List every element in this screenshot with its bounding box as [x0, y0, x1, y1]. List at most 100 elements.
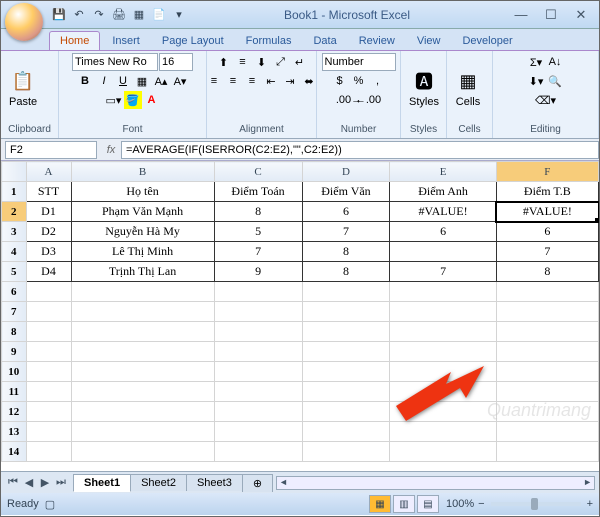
cell[interactable]: [390, 322, 496, 342]
comma-button[interactable]: ,: [369, 72, 387, 90]
cell[interactable]: [71, 402, 214, 422]
first-sheet-button[interactable]: ⏮: [5, 476, 21, 489]
row-header[interactable]: 3: [2, 222, 27, 242]
row-header[interactable]: 4: [2, 242, 27, 262]
cell[interactable]: [302, 302, 390, 322]
cell[interactable]: [71, 442, 214, 462]
cell[interactable]: D3: [26, 242, 71, 262]
cell[interactable]: [496, 322, 598, 342]
worksheet-grid[interactable]: A B C D E F 1 STT Họ tên Điểm Toán Điểm …: [1, 161, 599, 471]
col-header-b[interactable]: B: [71, 162, 214, 182]
cell[interactable]: [26, 382, 71, 402]
cell[interactable]: [390, 382, 496, 402]
tab-data[interactable]: Data: [303, 32, 346, 50]
cell[interactable]: [26, 282, 71, 302]
cell[interactable]: 8: [302, 242, 390, 262]
paste-button[interactable]: 📋 Paste: [5, 66, 41, 110]
decrease-decimal-button[interactable]: ←.00: [359, 91, 377, 109]
macro-record-icon[interactable]: ▢: [45, 498, 55, 511]
cell[interactable]: [496, 442, 598, 462]
align-middle-button[interactable]: ≡: [234, 53, 252, 71]
tab-page-layout[interactable]: Page Layout: [152, 32, 234, 50]
sheet-tab[interactable]: Sheet3: [186, 474, 243, 491]
name-box[interactable]: F2: [5, 141, 97, 159]
cell[interactable]: [26, 302, 71, 322]
cell[interactable]: Điểm T.B: [496, 182, 598, 202]
cell[interactable]: 8: [302, 262, 390, 282]
minimize-button[interactable]: —: [507, 6, 535, 24]
shrink-font-button[interactable]: A▾: [171, 72, 189, 90]
fill-button[interactable]: ⬇▾: [527, 72, 545, 90]
cell[interactable]: [496, 402, 598, 422]
align-right-button[interactable]: ≡: [243, 72, 261, 90]
cell[interactable]: [71, 422, 214, 442]
page-break-view-button[interactable]: ▤: [417, 495, 439, 513]
print-preview-icon[interactable]: 🖨: [111, 7, 127, 23]
cell[interactable]: [71, 342, 214, 362]
cell[interactable]: Điểm Anh: [390, 182, 496, 202]
cell[interactable]: [71, 282, 214, 302]
wrap-text-button[interactable]: ↵: [291, 53, 309, 71]
open-icon[interactable]: 📄: [151, 7, 167, 23]
normal-view-button[interactable]: ▦: [369, 495, 391, 513]
align-top-button[interactable]: ⬆: [215, 53, 233, 71]
cell[interactable]: [26, 362, 71, 382]
cell[interactable]: [496, 302, 598, 322]
cell[interactable]: 6: [496, 222, 598, 242]
border-button[interactable]: ▦: [133, 72, 151, 90]
cell[interactable]: 7: [496, 242, 598, 262]
cell[interactable]: 5: [214, 222, 302, 242]
clear-button[interactable]: ⌫▾: [537, 91, 555, 109]
new-sheet-button[interactable]: ⊕: [242, 474, 273, 492]
cell[interactable]: [214, 422, 302, 442]
row-header[interactable]: 10: [2, 362, 27, 382]
cell[interactable]: [214, 282, 302, 302]
zoom-in-button[interactable]: +: [587, 498, 593, 510]
cell[interactable]: [26, 422, 71, 442]
next-sheet-button[interactable]: ▶: [37, 476, 53, 489]
cell[interactable]: D1: [26, 202, 71, 222]
cell[interactable]: [214, 382, 302, 402]
save-icon[interactable]: 💾: [51, 7, 67, 23]
border-dropdown[interactable]: ▭▾: [105, 91, 123, 109]
cell[interactable]: [496, 362, 598, 382]
page-layout-view-button[interactable]: ▥: [393, 495, 415, 513]
font-color-button[interactable]: A: [143, 91, 161, 109]
underline-button[interactable]: U: [114, 72, 132, 90]
tab-formulas[interactable]: Formulas: [236, 32, 302, 50]
undo-icon[interactable]: ↶: [71, 7, 87, 23]
merge-button[interactable]: ⬌: [300, 72, 318, 90]
horizontal-scrollbar[interactable]: [276, 476, 595, 490]
office-button[interactable]: [5, 3, 43, 41]
row-header[interactable]: 12: [2, 402, 27, 422]
cell[interactable]: [390, 442, 496, 462]
redo-icon[interactable]: ↷: [91, 7, 107, 23]
fx-button[interactable]: fx: [101, 144, 121, 156]
sheet-tab[interactable]: Sheet1: [73, 474, 131, 492]
last-sheet-button[interactable]: ⏭: [53, 476, 69, 489]
tab-review[interactable]: Review: [349, 32, 405, 50]
tab-insert[interactable]: Insert: [102, 32, 150, 50]
increase-indent-button[interactable]: ⇥: [281, 72, 299, 90]
col-header-d[interactable]: D: [302, 162, 390, 182]
styles-button[interactable]: 🅰 Styles: [405, 66, 443, 110]
align-center-button[interactable]: ≡: [224, 72, 242, 90]
cell[interactable]: Trịnh Thị Lan: [71, 262, 214, 282]
row-header[interactable]: 2: [2, 202, 27, 222]
cell[interactable]: [302, 342, 390, 362]
cell[interactable]: [71, 362, 214, 382]
tab-developer[interactable]: Developer: [452, 32, 522, 50]
cell[interactable]: [390, 242, 496, 262]
currency-button[interactable]: $: [331, 72, 349, 90]
cell[interactable]: [214, 402, 302, 422]
cell[interactable]: [26, 322, 71, 342]
fill-color-button[interactable]: 🪣: [124, 91, 142, 109]
row-header[interactable]: 9: [2, 342, 27, 362]
find-button[interactable]: 🔍: [546, 72, 564, 90]
sheet-tab[interactable]: Sheet2: [130, 474, 187, 491]
qat-more-icon[interactable]: ▾: [171, 7, 187, 23]
cell[interactable]: [302, 322, 390, 342]
cell[interactable]: 8: [214, 202, 302, 222]
cell[interactable]: [302, 422, 390, 442]
cell[interactable]: [496, 282, 598, 302]
